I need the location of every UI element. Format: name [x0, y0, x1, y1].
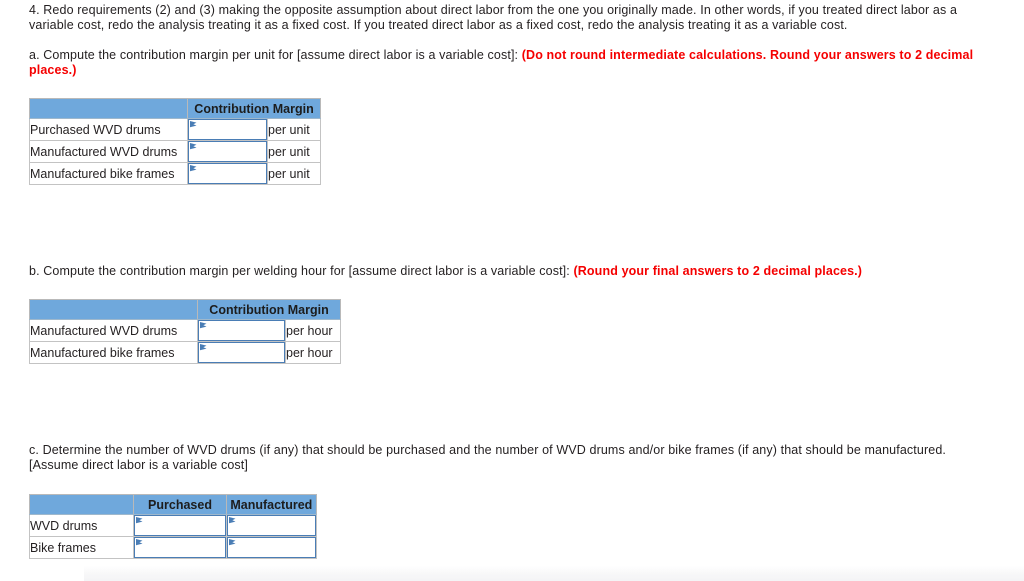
- table-row-header: Purchased Manufactured: [28, 494, 318, 515]
- page-bottom-band: [84, 566, 1024, 581]
- row-label-manufactured-wvd-drums: Manufactured WVD drums: [29, 140, 188, 163]
- row-unit-per-unit: per unit: [266, 140, 322, 163]
- column-header-purchased: Purchased: [133, 494, 227, 515]
- answer-cell[interactable]: [197, 319, 286, 342]
- table-row: WVD drums: [28, 514, 318, 537]
- answer-input-bike-frames-purchased[interactable]: [134, 537, 226, 558]
- question-intro-text: 4. Redo requirements (2) and (3) making …: [29, 3, 958, 32]
- column-header-contribution-margin: Contribution Margin: [186, 98, 322, 119]
- row-label-purchased-wvd-drums: Purchased WVD drums: [29, 118, 188, 141]
- contribution-margin-per-unit-table: Contribution Margin Purchased WVD drums …: [29, 98, 322, 185]
- row-label-manufactured-bike-frames: Manufactured bike frames: [29, 162, 188, 185]
- row-label-manufactured-wvd-drums: Manufactured WVD drums: [29, 319, 198, 342]
- purchase-vs-manufacture-table: Purchased Manufactured WVD drums Bike fr…: [28, 494, 318, 559]
- answer-cell[interactable]: [187, 162, 268, 185]
- answer-input-manufactured-wvd-drums[interactable]: [188, 141, 267, 162]
- answer-cell[interactable]: [225, 536, 318, 559]
- row-label-manufactured-bike-frames: Manufactured bike frames: [29, 341, 198, 364]
- column-header-manufactured: Manufactured: [225, 494, 318, 515]
- part-b-instruction: (Round your final answers to 2 decimal p…: [573, 264, 863, 278]
- worksheet-page: 4. Redo requirements (2) and (3) making …: [0, 0, 1024, 581]
- answer-input-wvd-drums-manufactured[interactable]: [226, 515, 316, 536]
- column-header-contribution-margin: Contribution Margin: [196, 299, 342, 320]
- table-row: Manufactured WVD drums per unit: [29, 140, 322, 163]
- table-row-header: Contribution Margin: [29, 299, 342, 320]
- part-a-prompt: a. Compute the contribution margin per u…: [29, 48, 1014, 78]
- answer-input-bike-frames-manufactured[interactable]: [226, 537, 316, 558]
- answer-input-wvd-drums-purchased[interactable]: [134, 515, 226, 536]
- part-b-prompt: b. Compute the contribution margin per w…: [29, 264, 1014, 279]
- part-c-prompt: c. Determine the number of WVD drums (if…: [29, 443, 1009, 473]
- part-c-prompt-line2: [Assume direct labor is a variable cost]: [29, 458, 248, 472]
- row-unit-per-unit: per unit: [266, 118, 322, 141]
- table-row: Purchased WVD drums per unit: [29, 118, 322, 141]
- row-label-wvd-drums: WVD drums: [28, 514, 135, 537]
- row-unit-per-unit: per unit: [266, 162, 322, 185]
- answer-cell[interactable]: [133, 536, 227, 559]
- answer-cell[interactable]: [225, 514, 318, 537]
- table-row: Manufactured bike frames per hour: [29, 341, 342, 364]
- row-label-bike-frames: Bike frames: [28, 536, 135, 559]
- answer-input-manufactured-bike-frames-per-hour[interactable]: [198, 342, 285, 363]
- answer-cell[interactable]: [197, 341, 286, 364]
- contribution-margin-per-welding-hour-table: Contribution Margin Manufactured WVD dru…: [29, 299, 342, 364]
- answer-cell[interactable]: [187, 118, 268, 141]
- table-row: Manufactured WVD drums per hour: [29, 319, 342, 342]
- answer-cell[interactable]: [187, 140, 268, 163]
- row-unit-per-hour: per hour: [284, 341, 342, 364]
- part-b-prompt-text: b. Compute the contribution margin per w…: [29, 264, 570, 278]
- table-row: Bike frames: [28, 536, 318, 559]
- table-row: Manufactured bike frames per unit: [29, 162, 322, 185]
- column-header-blank: [29, 98, 188, 119]
- answer-input-manufactured-wvd-drums-per-hour[interactable]: [198, 320, 285, 341]
- answer-cell[interactable]: [133, 514, 227, 537]
- column-header-blank: [29, 299, 198, 320]
- answer-input-purchased-wvd-drums[interactable]: [188, 119, 267, 140]
- answer-input-manufactured-bike-frames[interactable]: [188, 163, 267, 184]
- row-unit-per-hour: per hour: [284, 319, 342, 342]
- part-c-prompt-text: c. Determine the number of WVD drums (if…: [29, 443, 947, 457]
- table-row-header: Contribution Margin: [29, 98, 322, 119]
- column-header-blank: [28, 494, 135, 515]
- part-a-prompt-text: a. Compute the contribution margin per u…: [29, 48, 519, 62]
